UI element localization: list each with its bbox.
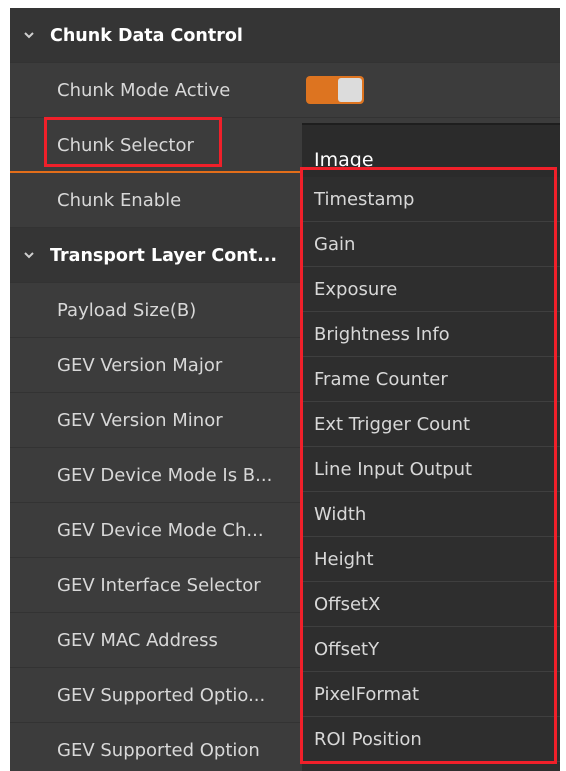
feature-label: Payload Size(B) [57,300,197,321]
feature-label: GEV Supported Optio... [57,685,266,706]
chunk-mode-active-label: Chunk Mode Active [57,80,231,101]
feature-label: GEV MAC Address [57,630,218,651]
chevron-down-icon[interactable] [23,249,35,261]
chunk-enable-label: Chunk Enable [57,190,182,211]
row-chunk-mode-active: Chunk Mode Active [10,63,560,118]
feature-label: GEV Supported Option [57,740,260,761]
chevron-down-icon[interactable] [23,29,35,41]
chunk-selector-highlight-box [44,117,222,167]
section-label: Chunk Data Control [50,25,243,46]
section-label: Transport Layer Cont... [50,245,278,266]
feature-label: GEV Interface Selector [57,575,261,596]
feature-label: GEV Version Major [57,355,223,376]
toggle-knob [338,78,362,102]
feature-label: GEV Device Mode Ch... [57,520,264,541]
chunk-mode-active-toggle[interactable] [306,76,364,104]
section-chunk-data-control[interactable]: Chunk Data Control [10,8,560,63]
feature-label: GEV Version Minor [57,410,223,431]
options-highlight-box [300,167,557,764]
feature-label: GEV Device Mode Is B... [57,465,273,486]
